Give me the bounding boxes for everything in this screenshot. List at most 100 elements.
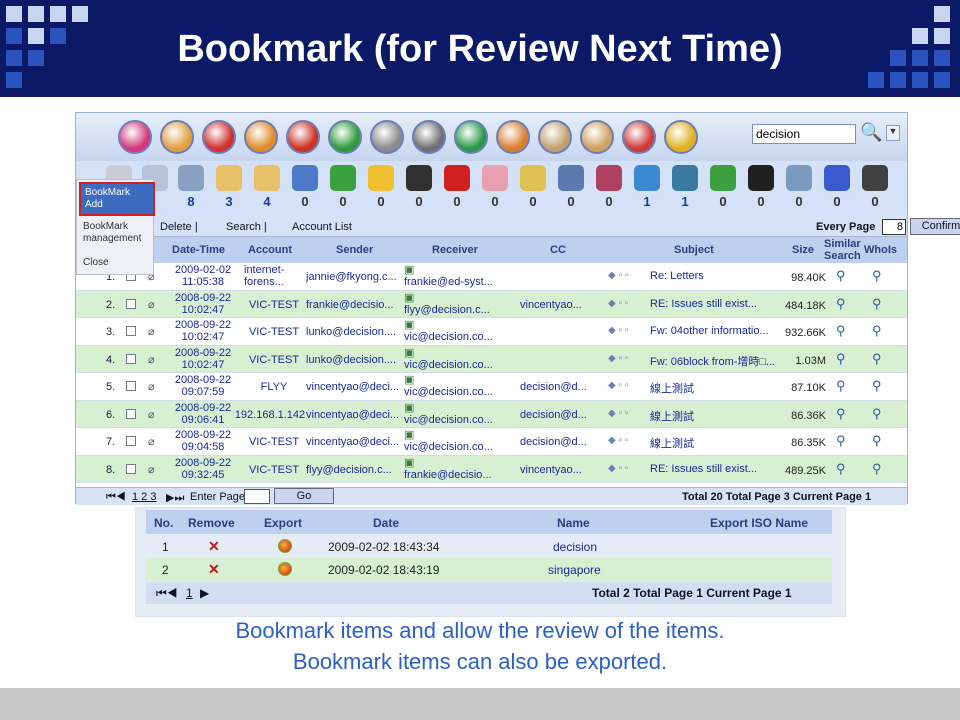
row-cc[interactable]: vincentyao... <box>520 464 608 476</box>
col-size[interactable]: Size <box>792 244 814 256</box>
remove-icon[interactable]: ✕ <box>208 538 220 555</box>
package-icon[interactable] <box>286 120 320 154</box>
row-checkbox[interactable] <box>126 326 136 336</box>
row-subject[interactable]: 線上測試 <box>650 380 780 396</box>
lips-icon[interactable] <box>202 120 236 154</box>
table-row[interactable]: 2. ⌀ 2008-09-22 10:02:47 VIC-TEST frankie… <box>76 290 907 318</box>
whois-icon[interactable]: ⚲ <box>872 378 882 394</box>
network-icon[interactable] <box>558 165 584 191</box>
row-checkbox[interactable] <box>126 381 136 391</box>
similar-search-icon[interactable]: ⚲ <box>836 461 846 477</box>
row-sender[interactable]: vincentyao@deci... <box>306 409 404 421</box>
col-account[interactable]: Account <box>248 244 292 256</box>
terminal-icon[interactable] <box>748 165 774 191</box>
search-doc-icon[interactable] <box>580 120 614 154</box>
row-sender[interactable]: lunko@decision.... <box>306 326 404 338</box>
last-page-button[interactable]: ▶⏭ <box>166 491 184 505</box>
bookmark-add-item[interactable]: BookMark Add <box>79 182 155 216</box>
table-row[interactable]: 3. ⌀ 2008-09-22 10:02:47 VIC-TEST lunko@d… <box>76 318 907 346</box>
row-account[interactable]: VIC-TEST <box>244 464 304 476</box>
row-sender[interactable]: frankie@decisio... <box>306 299 404 311</box>
row-sender[interactable]: flyy@decision.c... <box>306 464 404 476</box>
row-subject[interactable]: RE: Issues still exist... <box>650 463 780 475</box>
similar-search-icon[interactable]: ⚲ <box>836 296 846 312</box>
row-checkbox[interactable] <box>126 298 136 309</box>
row-subject[interactable]: 線上測試 <box>650 408 780 424</box>
arrow-icon[interactable] <box>710 165 736 191</box>
bookmark-row[interactable]: 1 ✕ 2009-02-02 18:43:34 decision <box>146 535 832 558</box>
icq-icon[interactable] <box>330 165 356 191</box>
ie-icon[interactable] <box>634 165 660 191</box>
row-receiver[interactable]: ▣ vic@decision.co... <box>404 347 510 371</box>
refresh-icon[interactable] <box>454 120 488 154</box>
file-icon[interactable] <box>254 165 280 191</box>
calendar-icon[interactable] <box>244 120 278 154</box>
chat-room-icon[interactable] <box>482 165 508 191</box>
whois-icon[interactable]: ⚲ <box>872 323 882 339</box>
search-input[interactable] <box>752 124 856 144</box>
page-links[interactable]: 1 2 3 <box>132 491 156 503</box>
col-whois[interactable]: WhoIs <box>864 244 897 256</box>
irc-icon[interactable] <box>824 165 850 191</box>
export-icon[interactable] <box>278 562 292 576</box>
mail-send-icon[interactable] <box>622 120 656 154</box>
confirm-button[interactable]: Confirm <box>910 218 960 235</box>
mail-actions-icon[interactable]: ◆ ▫ ▫ <box>608 298 628 309</box>
row-account[interactable]: VIC-TEST <box>244 436 304 448</box>
search-button[interactable]: Search | <box>226 221 267 233</box>
home-icon[interactable] <box>118 120 152 154</box>
row-sender[interactable]: jannie@fkyong.c... <box>306 271 404 283</box>
p2p-icon[interactable] <box>520 165 546 191</box>
row-checkbox[interactable] <box>126 436 136 446</box>
vpn-icon[interactable] <box>786 165 812 191</box>
row-sender[interactable]: lunko@decision.... <box>306 354 404 366</box>
similar-search-icon[interactable]: ⚲ <box>836 433 846 449</box>
row-sender[interactable]: vincentyao@deci... <box>306 436 404 448</box>
house-icon[interactable] <box>596 165 622 191</box>
table-row[interactable]: 4. ⌀ 2008-09-22 10:02:47 VIC-TEST lunko@d… <box>76 345 907 373</box>
envelope-icon[interactable] <box>216 165 242 191</box>
bookmark-management-item[interactable]: BookMark management <box>79 221 153 245</box>
bookmark-next-button[interactable]: ▶ <box>200 586 209 600</box>
bookmark-name[interactable]: singapore <box>548 563 601 577</box>
mail-icon[interactable] <box>160 120 194 154</box>
row-account[interactable]: internet-forens... <box>244 264 304 288</box>
mail-actions-icon[interactable]: ◆ ▫ ▫ <box>608 408 628 419</box>
earth-icon[interactable] <box>672 165 698 191</box>
table-row[interactable]: 5. ⌀ 2008-09-22 09:07:59 FLYY vincentyao@… <box>76 373 907 401</box>
table-row[interactable]: 8. ⌀ 2008-09-22 09:32:45 VIC-TEST flyy@de… <box>76 455 907 483</box>
row-cc[interactable]: vincentyao... <box>520 299 608 311</box>
mail-actions-icon[interactable]: ◆ ▫ ▫ <box>608 380 628 391</box>
row-sender[interactable]: vincentyao@deci... <box>306 381 404 393</box>
row-cc[interactable]: decision@d... <box>520 409 608 421</box>
row-cc[interactable]: decision@d... <box>520 381 608 393</box>
mail-actions-icon[interactable]: ◆ ▫ ▫ <box>608 435 628 446</box>
similar-search-icon[interactable]: ⚲ <box>836 406 846 422</box>
whois-icon[interactable]: ⚲ <box>872 433 882 449</box>
account-list-button[interactable]: Account List <box>292 221 352 233</box>
similar-search-icon[interactable]: ⚲ <box>836 351 846 367</box>
col-similar-search[interactable]: Similar Search <box>824 238 864 262</box>
bookmark-row[interactable]: 2 ✕ 2009-02-02 18:43:19 singapore <box>146 558 832 581</box>
mail-actions-icon[interactable]: ◆ ▫ ▫ <box>608 463 628 474</box>
chat-icon[interactable] <box>370 120 404 154</box>
ut-icon[interactable] <box>444 165 470 191</box>
row-subject[interactable]: 線上測試 <box>650 435 780 451</box>
row-account[interactable]: VIC-TEST <box>244 354 304 366</box>
whois-icon[interactable]: ⚲ <box>872 268 882 284</box>
remove-icon[interactable]: ✕ <box>208 561 220 578</box>
row-checkbox[interactable] <box>126 408 136 419</box>
mail-actions-icon[interactable]: ◆ ▫ ▫ <box>608 325 628 336</box>
document-icon[interactable] <box>538 120 572 154</box>
search-dropdown-button[interactable]: ▼ <box>886 125 900 141</box>
go-button[interactable]: Go <box>274 488 334 504</box>
col-sender[interactable]: Sender <box>336 244 373 256</box>
similar-search-icon[interactable]: ⚲ <box>836 323 846 339</box>
col-cc[interactable]: CC <box>550 244 566 256</box>
whois-icon[interactable]: ⚲ <box>872 406 882 422</box>
video-icon[interactable] <box>862 165 888 191</box>
qq-icon[interactable] <box>406 165 432 191</box>
row-subject[interactable]: RE: Issues still exist... <box>650 298 780 310</box>
bookmark-first-button[interactable]: ⏮◀ <box>156 586 178 601</box>
row-account[interactable]: VIC-TEST <box>244 326 304 338</box>
